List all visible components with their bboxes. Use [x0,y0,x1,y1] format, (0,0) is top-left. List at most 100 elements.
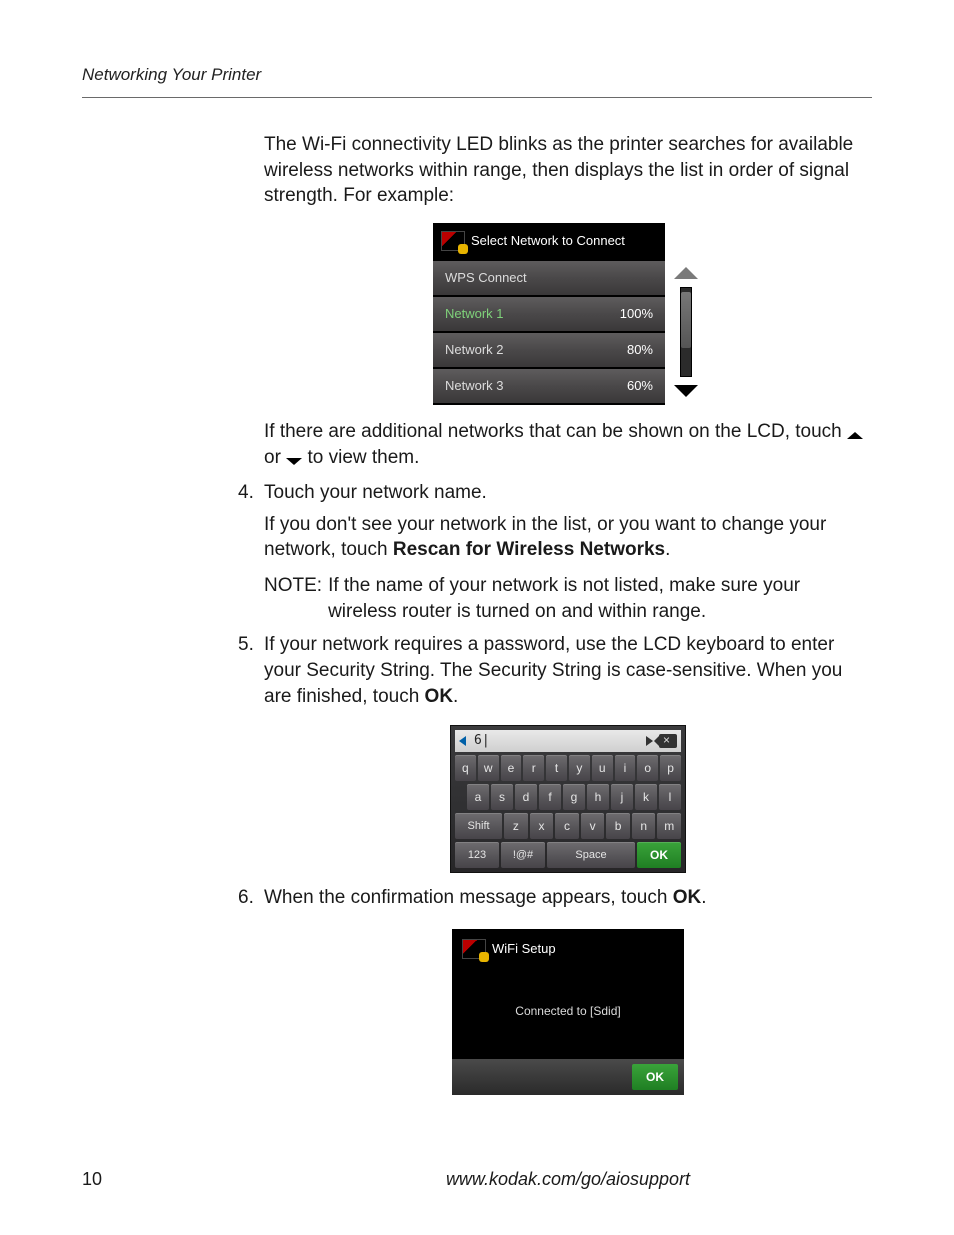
text: . [701,887,706,908]
step-4-sub: If you don't see your network in the lis… [264,512,872,563]
scroll-down-icon[interactable] [674,385,698,397]
key-p[interactable]: p [660,755,681,781]
text: . [665,539,670,560]
text: When the confirmation message appears, t… [264,887,673,908]
key-j[interactable]: j [611,784,633,810]
keyboard-row-3: Shift z x c v b n m [455,813,681,839]
network-row[interactable]: Network 1 100% [433,297,665,331]
page-footer: 10 www.kodak.com/go/aiosupport [82,1167,872,1191]
note-body: If the name of your network is not liste… [328,573,872,624]
network-row[interactable]: WPS Connect [433,261,665,295]
confirmation-message: Connected to [Sdid] [452,973,684,1059]
keyboard-row-4: 123 !@# Space OK [455,842,681,868]
network-list-screen: Select Network to Connect WPS Connect Ne… [433,223,665,405]
key-shift[interactable]: Shift [455,813,502,839]
key-e[interactable]: e [501,755,522,781]
keyboard-row-2: a s d f g h j k l [455,784,681,810]
key-q[interactable]: q [455,755,476,781]
step-number: 5. [238,632,254,658]
rescan-bold: Rescan for Wireless Networks [393,539,665,560]
key-ok[interactable]: OK [637,842,681,868]
ok-bold: OK [673,887,702,908]
network-list-title-text: Select Network to Connect [471,232,625,250]
keyboard-entry-bar: 6| [455,730,681,752]
step-5: 5. If your network requires a password, … [238,632,872,873]
network-label: Network 1 [445,305,504,323]
text: to view them. [307,447,419,468]
key-z[interactable]: z [504,813,528,839]
text: or [264,447,286,468]
key-w[interactable]: w [478,755,499,781]
network-label: Network 2 [445,341,504,359]
step-text: Touch your network name. [264,482,487,503]
keyboard-row-1: q w e r t y u i o p [455,755,681,781]
key-i[interactable]: i [615,755,636,781]
kodak-icon [462,939,486,959]
key-s[interactable]: s [491,784,513,810]
text: If there are additional networks that ca… [264,421,847,442]
text: If your network requires a password, use… [264,634,842,706]
key-r[interactable]: r [523,755,544,781]
backspace-icon[interactable] [659,734,677,748]
scrollbar-thumb[interactable] [681,292,691,348]
key-o[interactable]: o [637,755,658,781]
network-list-title: Select Network to Connect [433,223,665,261]
body-column: The Wi-Fi connectivity LED blinks as the… [264,132,872,1095]
step-text: If your network requires a password, use… [264,634,842,706]
network-row[interactable]: Network 2 80% [433,333,665,367]
step-number: 4. [238,480,254,506]
confirmation-title-text: WiFi Setup [492,940,556,958]
network-scroll-controls [669,223,703,403]
confirmation-title: WiFi Setup [452,929,684,973]
page-number: 10 [82,1167,264,1191]
key-g[interactable]: g [563,784,585,810]
network-signal: 100% [620,305,653,323]
caret-right-icon[interactable] [646,736,653,746]
scrollbar-track[interactable] [680,287,692,377]
key-l[interactable]: l [659,784,681,810]
kodak-icon [441,231,465,251]
password-entry[interactable]: 6| [472,732,640,750]
text: . [453,686,458,707]
intro-paragraph: The Wi-Fi connectivity LED blinks as the… [264,132,872,209]
scroll-up-icon[interactable] [674,267,698,279]
key-k[interactable]: k [635,784,657,810]
step-number: 6. [238,885,254,911]
figure-keyboard: 6| q w e r t y u i o p [450,725,686,873]
key-d[interactable]: d [515,784,537,810]
key-b[interactable]: b [606,813,630,839]
network-row[interactable]: Network 3 60% [433,369,665,403]
key-h[interactable]: h [587,784,609,810]
steps-list: 4. Touch your network name. If you don't… [238,480,872,1095]
network-signal: 80% [627,341,653,359]
page: Networking Your Printer The Wi-Fi connec… [0,0,954,1235]
ok-button[interactable]: OK [632,1064,678,1090]
step-text: When the confirmation message appears, t… [264,887,707,908]
key-m[interactable]: m [657,813,681,839]
step-4: 4. Touch your network name. If you don't… [238,480,872,624]
step-4-note: NOTE: If the name of your network is not… [264,573,872,624]
note-label: NOTE: [264,573,322,624]
key-n[interactable]: n [632,813,656,839]
key-f[interactable]: f [539,784,561,810]
up-arrow-icon [847,432,863,439]
caret-left-icon[interactable] [459,736,466,746]
key-x[interactable]: x [530,813,554,839]
down-arrow-icon [286,458,302,465]
key-a[interactable]: a [467,784,489,810]
network-signal: 60% [627,377,653,395]
key-u[interactable]: u [592,755,613,781]
key-c[interactable]: c [555,813,579,839]
network-label: Network 3 [445,377,504,395]
running-header: Networking Your Printer [82,64,872,98]
key-symbols[interactable]: !@# [501,842,545,868]
network-label: WPS Connect [445,269,527,287]
footer-url: www.kodak.com/go/aiosupport [264,1167,872,1191]
key-space[interactable]: Space [547,842,635,868]
key-t[interactable]: t [546,755,567,781]
key-v[interactable]: v [581,813,605,839]
key-123[interactable]: 123 [455,842,499,868]
ok-bold: OK [425,686,454,707]
figure-confirmation: WiFi Setup Connected to [Sdid] OK [452,929,684,1095]
key-y[interactable]: y [569,755,590,781]
